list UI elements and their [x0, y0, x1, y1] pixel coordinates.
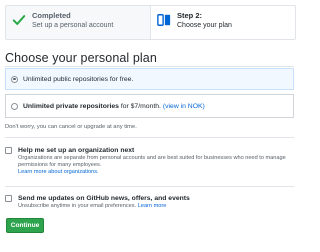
plan-private[interactable]: Unlimited private repositories for $7/mo… [5, 94, 294, 118]
updates-option-title: Send me updates on GitHub news, offers, … [18, 195, 190, 202]
updates-option-description: Unsubscribe anytime in your email prefer… [18, 203, 190, 210]
step-completed: Completed Set up a personal account [6, 6, 151, 39]
signup-steps: Completed Set up a personal account Step… [5, 5, 296, 40]
divider [5, 137, 294, 138]
step-current: Step 2: Choose your plan [151, 6, 295, 39]
plan-free-radio[interactable] [11, 75, 18, 83]
plan-free[interactable]: Unlimited public repositories for free. [5, 68, 294, 90]
learn-more-link[interactable]: Learn more [138, 203, 167, 209]
divider [5, 66, 294, 67]
plan-icon [157, 14, 171, 26]
updates-option: Send me updates on GitHub news, offers, … [5, 194, 294, 210]
plan-private-price: for $7/month. [118, 102, 161, 110]
plan-free-label: Unlimited public repositories for free. [23, 75, 134, 83]
plan-private-radio[interactable] [11, 102, 18, 110]
step-current-title: Step 2: [177, 11, 203, 20]
step-completed-title: Completed [32, 11, 71, 20]
step-completed-subtitle: Set up a personal account [32, 22, 114, 29]
learn-more-organizations-link[interactable]: Learn more about organizations. [18, 169, 294, 176]
plan-private-label: Unlimited private repositories for $7/mo… [23, 103, 161, 110]
updates-description-text: Unsubscribe anytime in your email prefer… [18, 203, 137, 209]
divider [5, 186, 294, 187]
continue-button[interactable]: Continue [6, 218, 44, 233]
view-in-nok-link[interactable]: (view in NOK) [163, 103, 205, 110]
check-icon [12, 15, 26, 25]
org-option-description: Organizations are separate from personal… [18, 155, 286, 168]
plan-private-label-bold: Unlimited private repositories [23, 102, 119, 110]
org-checkbox[interactable] [5, 147, 12, 154]
org-option: Help me set up an organization next Orga… [5, 146, 294, 176]
page-title: Choose your personal plan [5, 51, 157, 65]
cancel-note: Don't worry, you can cancel or upgrade a… [5, 124, 137, 130]
updates-checkbox[interactable] [5, 195, 12, 202]
plan-list: Unlimited public repositories for free. … [5, 68, 294, 118]
step-current-subtitle: Choose your plan [177, 22, 232, 29]
org-option-title: Help me set up an organization next [18, 147, 135, 154]
